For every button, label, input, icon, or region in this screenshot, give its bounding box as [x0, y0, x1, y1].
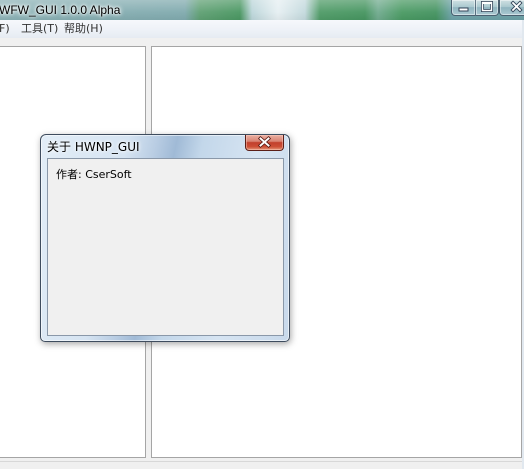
main-window: WFW_GUI 1.0.0 Alpha F) 工具(T) 帮助(H) 关于 HW…	[0, 0, 524, 469]
dialog-close-button[interactable]	[245, 135, 284, 151]
menu-bar: F) 工具(T) 帮助(H)	[0, 20, 524, 38]
author-label: 作者: CserSoft	[56, 168, 132, 181]
dialog-client-area: 作者: CserSoft	[47, 158, 284, 336]
dialog-title: 关于 HWNP_GUI	[47, 140, 140, 154]
maximize-button[interactable]	[475, 0, 499, 16]
minimize-button[interactable]	[451, 0, 475, 16]
menu-item-tools[interactable]: 工具(T)	[21, 20, 58, 38]
close-icon	[257, 135, 272, 149]
title-bar[interactable]: WFW_GUI 1.0.0 Alpha	[0, 0, 524, 20]
close-icon	[510, 0, 523, 13]
minimize-icon	[458, 7, 469, 12]
window-title: WFW_GUI 1.0.0 Alpha	[0, 3, 121, 17]
about-dialog: 关于 HWNP_GUI 作者: CserSoft	[40, 134, 290, 342]
maximize-icon	[481, 1, 493, 12]
close-button[interactable]	[499, 0, 524, 16]
menu-item-file[interactable]: F)	[0, 20, 10, 38]
menu-item-help[interactable]: 帮助(H)	[64, 20, 103, 38]
window-bottom-edge	[0, 461, 522, 462]
